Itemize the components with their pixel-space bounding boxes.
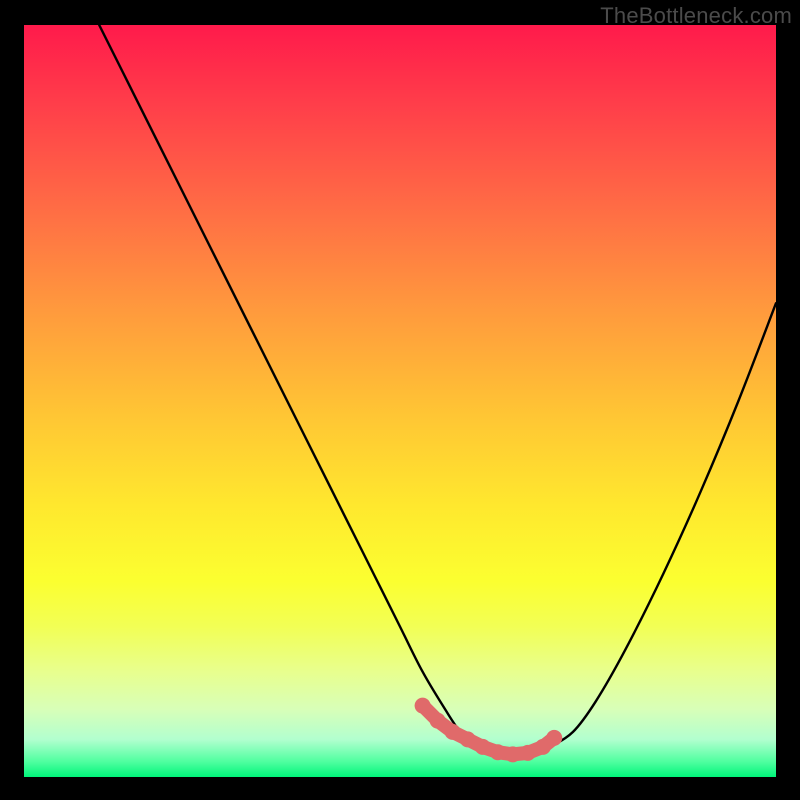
trough-marker: [490, 744, 506, 760]
trough-marker: [505, 746, 521, 762]
trough-marker: [430, 713, 446, 729]
trough-marker-group: [415, 698, 563, 763]
trough-marker: [445, 724, 461, 740]
bottleneck-curve-svg: [24, 25, 776, 777]
watermark-text: TheBottleneck.com: [600, 3, 792, 29]
trough-marker: [460, 731, 476, 747]
plot-area: [24, 25, 776, 777]
chart-frame: TheBottleneck.com: [0, 0, 800, 800]
trough-marker: [475, 739, 491, 755]
trough-marker: [520, 745, 536, 761]
bottleneck-curve: [99, 25, 776, 759]
trough-marker: [415, 698, 431, 714]
trough-marker: [546, 730, 562, 746]
